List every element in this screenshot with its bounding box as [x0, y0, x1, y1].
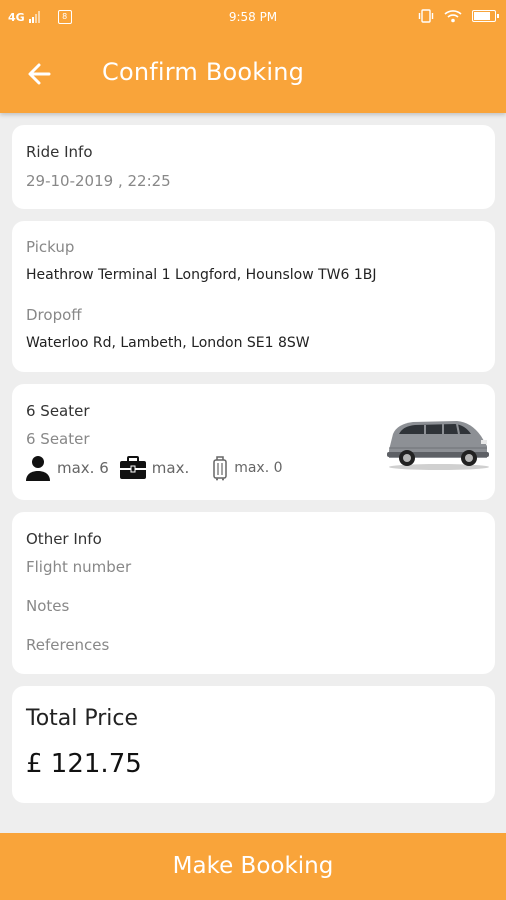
pickup-address: Heathrow Terminal 1 Longford, Hounslow T…: [26, 267, 377, 283]
passenger-capacity: max. 6: [57, 459, 109, 477]
suitcase-icon: [213, 456, 227, 481]
vehicle-type: 6 Seater: [26, 430, 90, 448]
make-booking-button[interactable]: Make Booking: [0, 833, 506, 900]
app-header: 4G 8 9:58 PM Confirm Booking: [0, 0, 506, 113]
person-icon: [26, 456, 50, 481]
van-image: [387, 421, 489, 470]
total-price-value: £ 121.75: [26, 749, 142, 779]
wifi-icon: [444, 10, 462, 23]
vehicle-name: 6 Seater: [26, 402, 90, 420]
page-title: Confirm Booking: [102, 58, 305, 86]
pickup-label: Pickup: [26, 238, 75, 256]
dropoff-address: Waterloo Rd, Lambeth, London SE1 8SW: [26, 335, 310, 351]
briefcase-icon: [119, 456, 146, 479]
locations-card: Pickup Heathrow Terminal 1 Longford, Hou…: [12, 221, 495, 372]
status-bar: 4G 8 9:58 PM: [0, 0, 506, 36]
ride-info-card: Ride Info 29-10-2019 , 22:25: [12, 125, 495, 209]
total-price-label: Total Price: [26, 706, 139, 731]
back-button[interactable]: [22, 56, 58, 92]
ride-datetime: 29-10-2019 , 22:25: [26, 172, 171, 190]
battery-icon: [472, 10, 499, 22]
ride-info-label: Ride Info: [26, 143, 93, 161]
app-bar: Confirm Booking: [0, 36, 506, 113]
other-info-card: Other Info Flight number Notes Reference…: [12, 512, 495, 674]
arrow-left-icon: [28, 63, 51, 85]
references-field[interactable]: References: [26, 636, 109, 654]
vehicle-card: 6 Seater 6 Seater max. 6 max. max. 0: [12, 384, 495, 500]
other-info-label: Other Info: [26, 530, 102, 548]
vibrate-icon: [418, 9, 434, 23]
luggage-capacity: max.: [151, 459, 190, 477]
notes-field[interactable]: Notes: [26, 597, 69, 615]
flight-number-field[interactable]: Flight number: [26, 558, 131, 576]
price-card: Total Price £ 121.75: [12, 686, 495, 803]
hand-luggage-capacity: max. 0: [234, 460, 283, 476]
dropoff-label: Dropoff: [26, 306, 82, 324]
vehicle-capacity: max. 6 max. max. 0: [24, 454, 293, 482]
